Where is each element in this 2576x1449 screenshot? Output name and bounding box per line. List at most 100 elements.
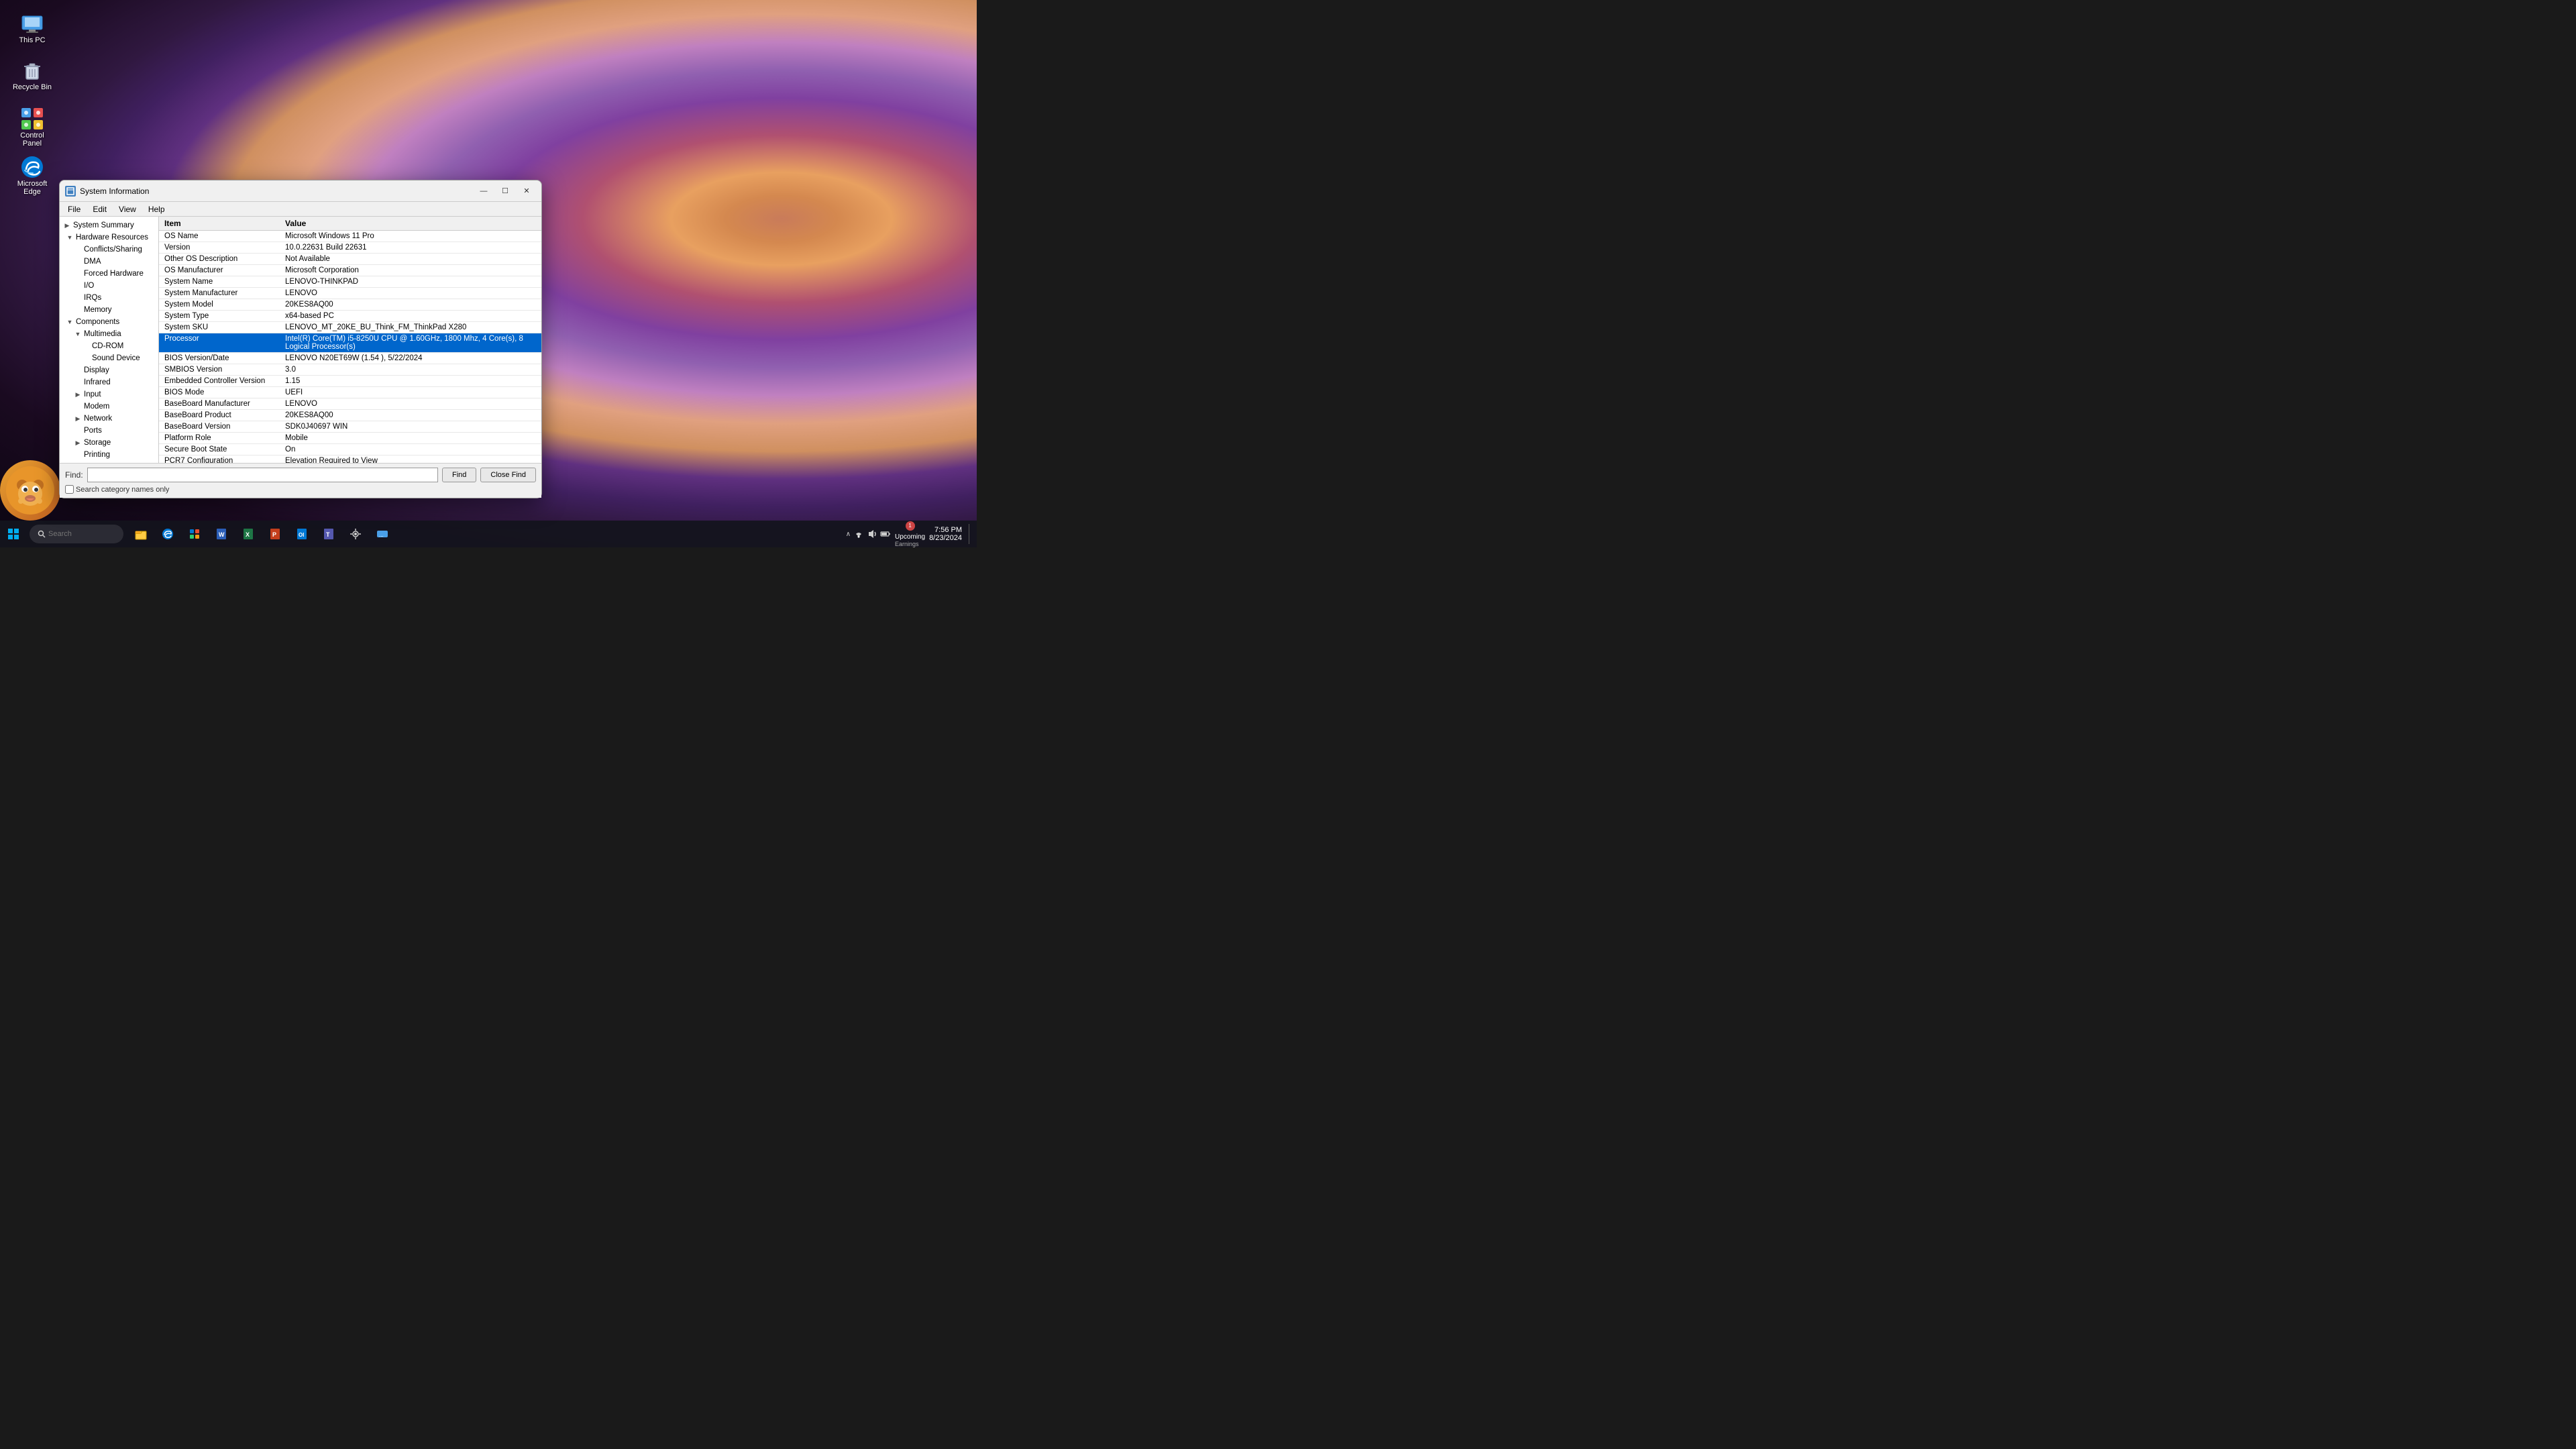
table-row[interactable]: Secure Boot StateOn — [159, 444, 541, 455]
battery-icon[interactable] — [880, 529, 891, 539]
tree-input[interactable]: ▶ Input — [60, 388, 158, 400]
edge-icon — [19, 154, 45, 180]
taskbar-app-explorer[interactable] — [129, 522, 153, 546]
table-cell-item: Version — [159, 242, 280, 254]
desktop-icon-control-panel[interactable]: Control Panel — [8, 103, 56, 150]
taskbar-app-excel[interactable]: X — [236, 522, 260, 546]
menu-view[interactable]: View — [113, 203, 142, 215]
desktop-icon-recycle-bin[interactable]: Recycle Bin — [8, 55, 56, 94]
taskbar-app-edge[interactable] — [156, 522, 180, 546]
desktop-icon-this-pc[interactable]: This PC — [8, 8, 56, 47]
search-icon — [38, 530, 46, 538]
tree-infrared[interactable]: Infrared — [60, 376, 158, 388]
volume-icon[interactable] — [867, 529, 877, 539]
close-button[interactable]: ✕ — [517, 184, 536, 198]
tree-conflicts[interactable]: Conflicts/Sharing — [60, 244, 158, 256]
tree-display[interactable]: Display — [60, 364, 158, 376]
control-panel-label: Control Panel — [11, 131, 54, 148]
table-row[interactable]: System SKULENOVO_MT_20KE_BU_Think_FM_Thi… — [159, 322, 541, 333]
tree-irqs[interactable]: IRQs — [60, 292, 158, 304]
table-row[interactable]: System Model20KES8AQ00 — [159, 299, 541, 311]
table-cell-value: LENOVO — [280, 288, 541, 299]
network-icon[interactable] — [853, 529, 864, 539]
table-row[interactable]: BaseBoard ManufacturerLENOVO — [159, 398, 541, 410]
tree-memory[interactable]: Memory — [60, 304, 158, 316]
taskbar-search-input[interactable] — [48, 530, 115, 538]
table-row[interactable]: System ManufacturerLENOVO — [159, 288, 541, 299]
tree-storage[interactable]: ▶ Storage — [60, 437, 158, 449]
table-cell-item: System Model — [159, 299, 280, 311]
table-cell-value: 3.0 — [280, 364, 541, 376]
table-row[interactable]: System NameLENOVO-THINKPAD — [159, 276, 541, 288]
taskbar-search[interactable] — [30, 525, 123, 543]
table-row[interactable]: BIOS ModeUEFI — [159, 387, 541, 398]
tree-forced-hw[interactable]: Forced Hardware — [60, 268, 158, 280]
table-row[interactable]: OS NameMicrosoft Windows 11 Pro — [159, 231, 541, 242]
tree-sound[interactable]: Sound Device — [60, 352, 158, 364]
taskbar-app-teams[interactable]: T — [317, 522, 341, 546]
menu-file[interactable]: File — [62, 203, 86, 215]
data-table: Item Value OS NameMicrosoft Windows 11 P… — [159, 217, 541, 463]
expander-ports — [73, 426, 83, 435]
table-row[interactable]: ProcessorIntel(R) Core(TM) i5-8250U CPU … — [159, 333, 541, 353]
find-input[interactable] — [87, 468, 438, 482]
tree-io[interactable]: I/O — [60, 280, 158, 292]
menu-help[interactable]: Help — [143, 203, 170, 215]
tree-system-summary[interactable]: ▶ System Summary — [60, 219, 158, 231]
tree-panel[interactable]: ▶ System Summary ▼ Hardware Resources Co… — [60, 217, 159, 463]
tree-multimedia-label: Multimedia — [84, 330, 121, 338]
desktop-icon-edge[interactable]: Microsoft Edge — [8, 152, 56, 199]
table-row[interactable]: Platform RoleMobile — [159, 433, 541, 444]
taskbar-app-settings[interactable] — [343, 522, 368, 546]
tree-printing[interactable]: Printing — [60, 449, 158, 461]
minimize-button[interactable]: — — [474, 184, 493, 198]
table-row[interactable]: Embedded Controller Version1.15 — [159, 376, 541, 387]
table-cell-value: On — [280, 444, 541, 455]
table-row[interactable]: SMBIOS Version3.0 — [159, 364, 541, 376]
close-find-button[interactable]: Close Find — [480, 468, 536, 482]
taskbar-app-store[interactable] — [182, 522, 207, 546]
table-row[interactable]: BIOS Version/DateLENOVO N20ET69W (1.54 )… — [159, 353, 541, 364]
table-row[interactable]: OS ManufacturerMicrosoft Corporation — [159, 265, 541, 276]
find-button[interactable]: Find — [442, 468, 476, 482]
tray-expand-icon[interactable]: ∧ — [846, 531, 851, 538]
tree-components[interactable]: ▼ Components — [60, 316, 158, 328]
maximize-button[interactable]: ☐ — [496, 184, 515, 198]
system-tray: ∧ — [846, 529, 891, 539]
expander-network: ▶ — [73, 414, 83, 423]
table-cell-item: PCR7 Configuration — [159, 455, 280, 464]
tree-dma[interactable]: DMA — [60, 256, 158, 268]
notification-area[interactable]: 1 Upcoming Earnings — [895, 521, 925, 547]
excel-icon: X — [241, 527, 255, 541]
tree-hardware-resources[interactable]: ▼ Hardware Resources — [60, 231, 158, 244]
search-category-checkbox[interactable] — [65, 485, 74, 494]
notification-badge: 1 — [906, 521, 915, 531]
expander-hardware: ▼ — [65, 233, 74, 242]
table-row[interactable]: PCR7 ConfigurationElevation Required to … — [159, 455, 541, 464]
table-row[interactable]: Version10.0.22631 Build 22631 — [159, 242, 541, 254]
table-row[interactable]: BaseBoard Product20KES8AQ00 — [159, 410, 541, 421]
data-panel[interactable]: Item Value OS NameMicrosoft Windows 11 P… — [159, 217, 541, 463]
table-row[interactable]: System Typex64-based PC — [159, 311, 541, 322]
tree-modem[interactable]: Modem — [60, 400, 158, 413]
taskbar-app-powerpoint[interactable]: P — [263, 522, 287, 546]
table-row[interactable]: BaseBoard VersionSDK0J40697 WIN — [159, 421, 541, 433]
table-cell-value: SDK0J40697 WIN — [280, 421, 541, 433]
tree-ports[interactable]: Ports — [60, 425, 158, 437]
table-cell-value: UEFI — [280, 387, 541, 398]
taskbar-app-word[interactable]: W — [209, 522, 233, 546]
tree-memory-label: Memory — [84, 306, 112, 314]
search-category-label[interactable]: Search category names only — [65, 485, 169, 494]
taskbar-app-extra[interactable]: ... — [370, 522, 394, 546]
start-button[interactable] — [1, 522, 25, 546]
show-desktop-button[interactable] — [969, 524, 971, 544]
clock[interactable]: 7:56 PM 8/23/2024 — [929, 526, 962, 542]
tree-system-summary-label: System Summary — [73, 221, 134, 229]
powerpoint-icon: P — [268, 527, 282, 541]
tree-network[interactable]: ▶ Network — [60, 413, 158, 425]
table-row[interactable]: Other OS DescriptionNot Available — [159, 254, 541, 265]
tree-multimedia[interactable]: ▼ Multimedia — [60, 328, 158, 340]
menu-edit[interactable]: Edit — [87, 203, 112, 215]
taskbar-app-outlook[interactable]: Ol — [290, 522, 314, 546]
tree-cdrom[interactable]: CD-ROM — [60, 340, 158, 352]
